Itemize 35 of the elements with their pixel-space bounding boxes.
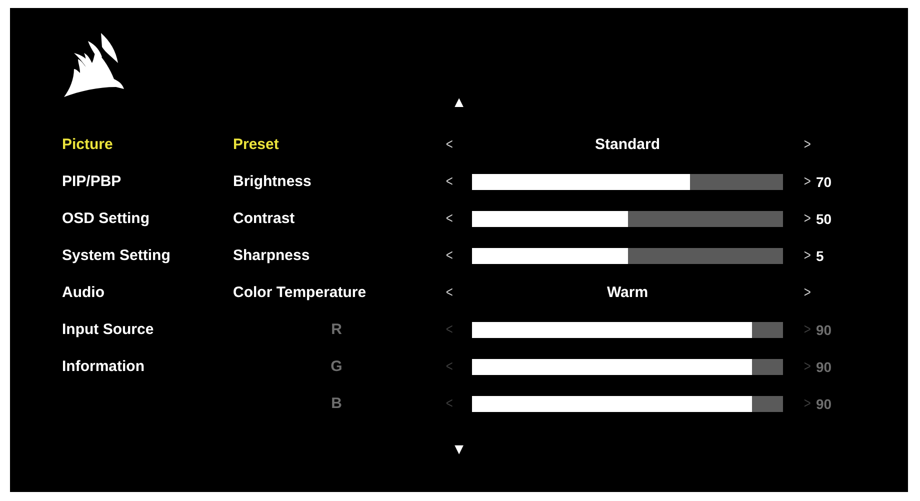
increase-arrow[interactable]: > [804, 136, 811, 153]
menu-item[interactable]: OSD Setting [62, 200, 150, 237]
menu-item[interactable]: Input Source [62, 311, 154, 348]
menu-item[interactable]: Picture [62, 126, 113, 163]
slider-track[interactable] [472, 174, 783, 190]
increase-arrow[interactable]: > [804, 247, 811, 264]
decrease-arrow[interactable]: < [446, 284, 453, 301]
menu-item[interactable]: System Setting [62, 237, 170, 274]
menu-item[interactable]: Audio [62, 274, 104, 311]
increase-arrow[interactable]: > [804, 284, 811, 301]
menu-item[interactable]: Information [62, 348, 144, 385]
setting-reading: 90 [816, 396, 832, 412]
setting-label[interactable]: Sharpness [233, 237, 440, 274]
scroll-down-arrow[interactable]: ▼ [452, 442, 466, 458]
setting-reading: 90 [816, 358, 832, 374]
decrease-arrow[interactable]: < [446, 173, 453, 190]
menu-item[interactable]: PIP/PBP [62, 163, 122, 200]
increase-arrow[interactable]: > [804, 210, 811, 227]
decrease-arrow[interactable]: < [446, 247, 453, 264]
decrease-arrow[interactable]: < [446, 136, 453, 153]
setting-label[interactable]: Color Temperature [233, 274, 440, 311]
setting-reading: 90 [816, 322, 832, 338]
slider-track[interactable] [472, 248, 783, 264]
decrease-arrow[interactable]: < [446, 210, 453, 227]
setting-value: Standard [594, 136, 660, 153]
setting-label[interactable]: Contrast [233, 200, 440, 237]
setting-label[interactable]: Brightness [233, 163, 440, 200]
setting-reading: 5 [816, 248, 824, 264]
increase-arrow[interactable]: > [804, 173, 811, 190]
scroll-up-arrow[interactable]: ▲ [452, 95, 466, 111]
setting-reading: 70 [816, 174, 832, 190]
setting-reading: 50 [816, 210, 832, 226]
setting-label[interactable]: Preset [233, 126, 440, 163]
setting-value: Warm [606, 284, 648, 301]
slider-track[interactable] [472, 210, 783, 226]
